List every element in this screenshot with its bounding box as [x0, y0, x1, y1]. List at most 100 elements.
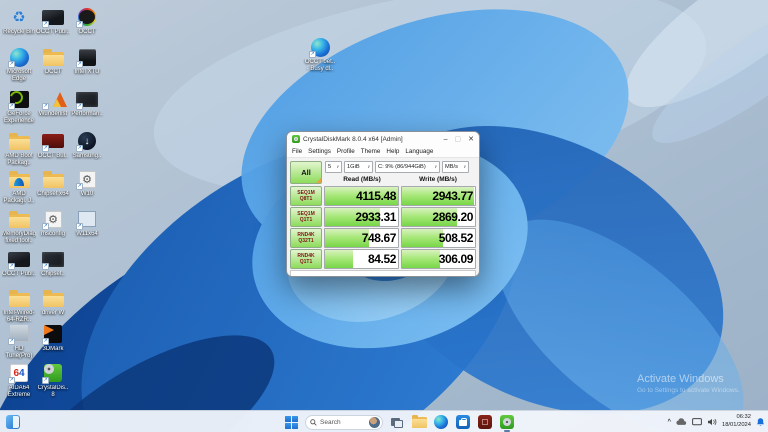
- cast-screen-icon[interactable]: [692, 418, 702, 426]
- shortcut-arrow-icon: ↗: [76, 103, 83, 110]
- desktop-icon-aida64-extreme[interactable]: 6 4 ↗ AIDA64 Extreme: [2, 362, 36, 399]
- microsoft-store-button[interactable]: [455, 414, 471, 430]
- crystaldiskmark-window: CrystalDiskMark 8.0.4 x64 [Admin] – ▢ ✕ …: [286, 131, 480, 277]
- desktop-icon-occt-bul[interactable]: ↗ OCCT Bul..: [36, 130, 70, 160]
- desktop-icon-chipset[interactable]: ↗ Chipset..: [36, 248, 70, 278]
- menu-file[interactable]: File: [292, 148, 302, 155]
- shortcut-arrow-icon: ↗: [8, 377, 15, 384]
- desktop-icon-3dmark[interactable]: ↗ 3DMark: [36, 323, 70, 353]
- read-result-cell: 84.52: [324, 249, 399, 269]
- desktop-icon-label: 3DMark: [42, 346, 64, 352]
- test-button-seq1m-q8t1[interactable]: SEQ1M Q8T1: [290, 186, 322, 206]
- notification-bell-icon[interactable]: [756, 417, 765, 427]
- desktop-icon-occt-publ[interactable]: ↗ OCCT Publ..: [2, 248, 36, 278]
- result-headers: Read (MB/s) Write (MB/s): [324, 176, 476, 185]
- desktop-icon-wunderlist[interactable]: ↗ Wunderlist: [36, 88, 70, 118]
- menu-help[interactable]: Help: [386, 148, 399, 155]
- window-title: CrystalDiskMark 8.0.4 x64 [Admin]: [303, 135, 403, 143]
- desktop-icon-occt[interactable]: ↗ OCCT: [70, 6, 104, 36]
- onedrive-icon[interactable]: [676, 418, 687, 426]
- taskbar-clock[interactable]: 06:32 18/01/2024: [722, 414, 751, 429]
- desktop-icon-intel-xtu[interactable]: ↗ Intel XTU: [70, 46, 104, 76]
- test-button-rnd4k-q32t1[interactable]: RND4K Q32T1: [290, 228, 322, 248]
- desktop-icon-intel-wired-64-rzr[interactable]: Intel-Wired-64-RZR..: [2, 287, 36, 324]
- shortcut-arrow-icon: ↗: [42, 377, 49, 384]
- shortcut-arrow-icon: ↗: [8, 263, 15, 270]
- desktop-icon-label: W10: [80, 191, 94, 197]
- desktop-icon-samsung[interactable]: ↓ ↗ Samsung..: [70, 130, 104, 160]
- menu-settings[interactable]: Settings: [308, 148, 331, 155]
- desktop-icon-label: CrystalDis.. 8: [37, 385, 69, 398]
- shortcut-arrow-icon: ↗: [42, 145, 49, 152]
- desktop-icon-amd-boot-packag[interactable]: AMD Boot Packag..: [2, 130, 36, 167]
- tray-overflow-chevron[interactable]: ^: [667, 419, 671, 425]
- target-drive-dropdown[interactable]: C: 9% (86/944GiB) ∨: [375, 161, 440, 173]
- desktop-icon-microsoft-edge[interactable]: ↗ Microsoft Edge: [2, 46, 36, 83]
- desktop-icon-performan[interactable]: ↗ Performan..: [70, 88, 104, 118]
- desktop-icon-msconfig[interactable]: ⚙ ↗ msconfig: [36, 208, 70, 238]
- maximize-button: ▢: [454, 135, 462, 143]
- desktop-icon-occt[interactable]: OCCT: [36, 46, 70, 76]
- clock-date: 18/01/2024: [721, 422, 751, 428]
- chevron-down-icon: ∨: [366, 164, 370, 169]
- desktop-icon-occt-publ[interactable]: ↗ OCCT Publ..: [36, 6, 70, 36]
- crystaldiskmark-taskbar-button[interactable]: [499, 414, 515, 432]
- window-titlebar[interactable]: CrystalDiskMark 8.0.4 x64 [Admin] – ▢ ✕: [287, 132, 479, 146]
- windows-logo-icon: [284, 415, 298, 429]
- desktop-icon-label: Wunderlist: [38, 111, 68, 117]
- search-highlight-image: [369, 416, 380, 428]
- bench-row-rnd4k-q32t1: RND4K Q32T1 748.67 508.52: [290, 228, 476, 248]
- desktop-icon-label: Intel-Wired-64-RZR..: [3, 310, 35, 323]
- desktop-icon-geforce-experience[interactable]: ↗ GeForce Experience: [2, 88, 36, 125]
- close-button[interactable]: ✕: [468, 136, 474, 143]
- shortcut-arrow-icon: ↗: [42, 103, 49, 110]
- desktop-icon-w11x64[interactable]: ↗ W11x64: [70, 208, 104, 238]
- minimize-button[interactable]: –: [444, 136, 448, 143]
- desktop-icon-hd-tune-pro[interactable]: ↗ HD Tune(Pro): [2, 323, 36, 360]
- desktop-icon-label: driver W: [41, 310, 65, 316]
- desktop-icon-label: W11x64: [76, 231, 98, 237]
- app-icon: [478, 415, 492, 429]
- test-button-seq1m-q1t1[interactable]: SEQ1M Q1T1: [290, 207, 322, 227]
- taskbar-search[interactable]: Search: [305, 414, 383, 430]
- write-result-cell: 508.52: [401, 228, 476, 248]
- read-result-cell: 2933.31: [324, 207, 399, 227]
- desktop-icon-recycle-bin[interactable]: ♻ Recycle Bin: [2, 6, 36, 36]
- task-view-button[interactable]: [389, 414, 405, 430]
- chevron-down-icon: ∨: [433, 164, 437, 169]
- unit-dropdown[interactable]: MB/s ∨: [442, 161, 469, 173]
- test-count-dropdown[interactable]: 5 ∨: [325, 161, 342, 173]
- desktop-icon-crystaldis-8[interactable]: ↗ CrystalDis.. 8: [36, 362, 70, 399]
- bench-row-seq1m-q1t1: SEQ1M Q1T1 2933.31 2869.20: [290, 207, 476, 227]
- desktop-icon-label: msconfig: [40, 231, 65, 237]
- desktop-icon-label: AIDA64 Extreme: [7, 385, 31, 398]
- start-button[interactable]: [283, 414, 299, 430]
- test-size-dropdown[interactable]: 1GiB ∨: [344, 161, 373, 173]
- crystaldiskmark-icon: [500, 415, 514, 429]
- shortcut-arrow-icon: ↗: [76, 145, 83, 152]
- desktop-icon-label: Microsoft Edge: [6, 69, 32, 82]
- desktop-icon-chipset-x64[interactable]: Chipset x64: [36, 168, 70, 198]
- desktop-icon-label: MemoryDiag fixed tool..: [2, 231, 36, 244]
- widgets-button[interactable]: [6, 415, 20, 429]
- edge-icon: [434, 415, 448, 429]
- desktop-icon-memorydiag-fixed-tool[interactable]: MemoryDiag fixed tool..: [2, 208, 36, 245]
- menu-bar: File Settings Profile Theme Help Languag…: [287, 146, 479, 158]
- volume-icon[interactable]: [707, 418, 717, 426]
- file-explorer-button[interactable]: [411, 414, 427, 430]
- menu-theme[interactable]: Theme: [361, 148, 381, 155]
- desktop-icon-edge-shortcut[interactable]: ↗ OCCT bet.. - Busy dl..: [303, 36, 337, 73]
- message-bar: [290, 270, 476, 276]
- desktop-icon-driver-w[interactable]: driver W: [36, 287, 70, 317]
- edge-button[interactable]: [433, 414, 449, 430]
- test-button-rnd4k-q1t1[interactable]: RND4K Q1T1: [290, 249, 322, 269]
- menu-language[interactable]: Language: [405, 148, 433, 155]
- shortcut-label: OCCT bet.. - Busy dl..: [304, 59, 336, 72]
- desktop-icon-w10[interactable]: ⚙ ↗ W10: [70, 168, 104, 198]
- menu-profile[interactable]: Profile: [337, 148, 355, 155]
- shortcut-arrow-icon: ↗: [309, 51, 316, 58]
- pinned-app-button[interactable]: [477, 414, 493, 430]
- desktop-icon-amd-packagi-j[interactable]: AMD Packagi. J..: [2, 168, 36, 205]
- shortcut-arrow-icon: ↗: [76, 61, 83, 68]
- run-all-button[interactable]: All: [290, 161, 322, 184]
